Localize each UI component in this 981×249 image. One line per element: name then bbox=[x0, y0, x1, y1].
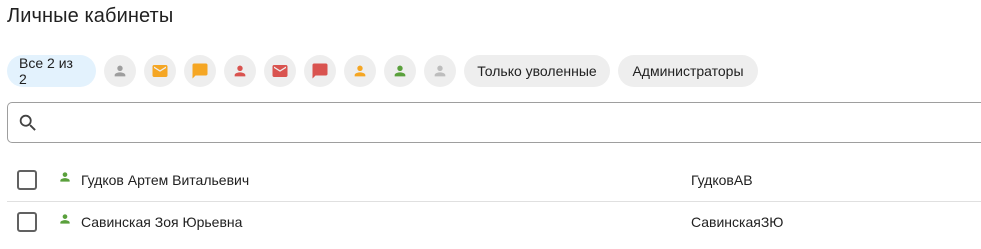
person-icon bbox=[434, 65, 446, 77]
filter-mail-orange-chip[interactable] bbox=[144, 55, 176, 87]
filter-person-lightgrey-chip[interactable] bbox=[424, 55, 456, 87]
filter-all-chip[interactable]: Все 2 из 2 bbox=[7, 55, 96, 87]
page-title: Личные кабинеты bbox=[7, 5, 174, 27]
mail-icon bbox=[272, 65, 288, 77]
filter-chat-orange-chip[interactable] bbox=[184, 55, 216, 87]
search-box bbox=[7, 102, 981, 143]
user-name[interactable]: Савинская Зоя Юрьевна bbox=[81, 214, 242, 230]
mail-icon bbox=[152, 65, 168, 77]
table-row[interactable]: Гудков Артем Витальевич ГудковАВ bbox=[0, 159, 981, 201]
filter-person-red-chip[interactable] bbox=[224, 55, 256, 87]
person-icon bbox=[354, 65, 366, 77]
filter-person-green-chip[interactable] bbox=[384, 55, 416, 87]
filter-admins-chip[interactable]: Администраторы bbox=[618, 55, 758, 87]
search-icon bbox=[19, 114, 36, 131]
filter-chips: Все 2 из 2 Только уволенные Администрато… bbox=[7, 55, 758, 87]
filter-fired-chip[interactable]: Только уволенные bbox=[464, 55, 610, 87]
filter-person-orange-chip[interactable] bbox=[344, 55, 376, 87]
person-icon bbox=[394, 65, 406, 77]
filter-person-grey-chip[interactable] bbox=[104, 55, 136, 87]
user-name[interactable]: Гудков Артем Витальевич bbox=[81, 172, 249, 188]
row-checkbox[interactable] bbox=[17, 170, 37, 190]
filter-mail-red-chip[interactable] bbox=[264, 55, 296, 87]
search-input[interactable] bbox=[48, 103, 978, 142]
chat-icon bbox=[192, 63, 208, 79]
user-login: СавинскаяЗЮ bbox=[691, 214, 784, 230]
chat-icon bbox=[312, 63, 328, 79]
person-icon bbox=[234, 65, 246, 77]
row-checkbox[interactable] bbox=[17, 212, 37, 232]
person-icon bbox=[60, 214, 70, 224]
person-icon bbox=[114, 65, 126, 77]
person-icon bbox=[60, 172, 70, 182]
table-row[interactable]: Савинская Зоя Юрьевна СавинскаяЗЮ bbox=[0, 201, 981, 243]
user-login: ГудковАВ bbox=[691, 172, 753, 188]
filter-chat-red-chip[interactable] bbox=[304, 55, 336, 87]
